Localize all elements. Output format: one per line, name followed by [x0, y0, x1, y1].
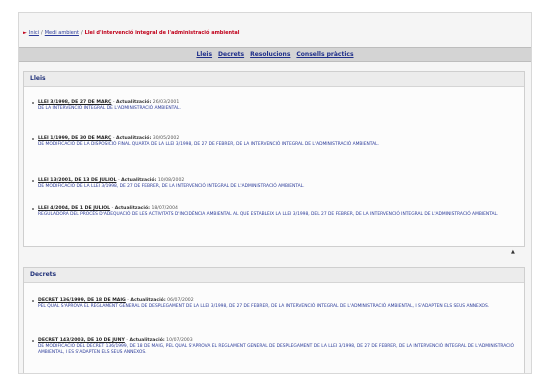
- law-link[interactable]: LLEI 4/2004, DE 1 DE JULIOL: [38, 206, 110, 211]
- back-to-top-icon[interactable]: ▲: [511, 249, 515, 255]
- nav-link-lleis[interactable]: Lleis: [196, 51, 212, 58]
- bullet-icon: [32, 300, 34, 302]
- law-description: DE MODIFICACIÓ DE LA DISPOSICIÓ FINAL QU…: [38, 142, 379, 147]
- bullet-icon: [32, 102, 34, 104]
- lleis-panel: Lleis LLEI 3/1998, DE 27 DE MARÇ - Actua…: [23, 71, 525, 247]
- law-link[interactable]: LLEI 13/2001, DE 13 DE JULIOL: [38, 178, 117, 183]
- nav-link-decrets[interactable]: Decrets: [218, 51, 244, 58]
- updated-date: 10/07/2003: [166, 338, 193, 343]
- list-item: LLEI 13/2001, DE 13 DE JULIOL - Actualit…: [32, 178, 514, 190]
- law-link[interactable]: LLEI 1/1999, DE 30 DE MARÇ: [38, 136, 111, 141]
- decree-link[interactable]: DECRET 143/2003, DE 10 DE JUNY: [38, 338, 125, 343]
- decree-link[interactable]: DECRET 136/1999, DE 18 DE MAIG: [38, 298, 126, 303]
- breadcrumb-separator: /: [41, 30, 43, 36]
- updated-label: Actualització:: [116, 136, 152, 141]
- updated-label: Actualització:: [130, 298, 166, 303]
- updated-date: 10/08/2002: [157, 178, 185, 183]
- bullet-icon: [32, 138, 34, 140]
- list-item: DECRET 136/1999, DE 18 DE MAIG - Actuali…: [32, 298, 514, 310]
- breadcrumb-arrow-icon: ►: [23, 30, 27, 36]
- nav-link-consells-practics[interactable]: Consells pràctics: [296, 51, 353, 58]
- lleis-heading: Lleis: [24, 72, 524, 87]
- decree-description: PEL QUAL S'APROVA EL REGLAMENT GENERAL D…: [38, 304, 490, 309]
- list-item: DECRET 143/2003, DE 10 DE JUNY - Actuali…: [32, 338, 515, 355]
- updated-date: 06/07/2002: [167, 298, 194, 303]
- bullet-icon: [32, 180, 34, 182]
- bullet-icon: [32, 208, 34, 210]
- law-description: DE MODIFICACIÓ DE LA LLEI 3/1998, DE 27 …: [38, 184, 305, 189]
- breadcrumb-separator: /: [80, 30, 83, 36]
- list-item: LLEI 3/1998, DE 27 DE MARÇ - Actualitzac…: [32, 100, 514, 112]
- law-link[interactable]: LLEI 3/1998, DE 27 DE MARÇ: [38, 100, 111, 105]
- updated-label: Actualització:: [129, 338, 165, 343]
- updated-label: Actualització:: [116, 100, 152, 105]
- updated-label: Actualització:: [121, 178, 157, 183]
- decrets-panel: Decrets DECRET 136/1999, DE 18 DE MAIG -…: [23, 267, 525, 373]
- nav-link-resolucions[interactable]: Resolucions: [250, 51, 290, 58]
- decrets-heading: Decrets: [24, 268, 524, 283]
- breadcrumb-home-link[interactable]: Inici: [29, 30, 39, 36]
- breadcrumb: ► Inici / Medi ambient / Llei d'interven…: [23, 30, 240, 36]
- breadcrumb-current: Llei d'intervenció integral de l'adminis…: [84, 30, 240, 36]
- law-description: DE LA INTERVENCIÓ INTEGRAL DE L'ADMINIST…: [38, 106, 181, 111]
- decree-description: DE MODIFICACIÓ DEL DECRET 136/1999, DE 1…: [38, 344, 515, 355]
- updated-label: Actualització:: [114, 206, 150, 211]
- list-item: LLEI 1/1999, DE 30 DE MARÇ - Actualitzac…: [32, 136, 514, 148]
- breadcrumb-section-link[interactable]: Medi ambient: [45, 30, 79, 36]
- section-nav: Lleis Decrets Resolucions Consells pràct…: [19, 47, 531, 62]
- updated-date: 26/03/2001: [152, 100, 180, 105]
- list-item: LLEI 4/2004, DE 1 DE JULIOL - Actualitza…: [32, 206, 514, 218]
- bullet-icon: [32, 340, 34, 342]
- updated-date: 30/05/2002: [152, 136, 180, 141]
- law-description: REGULADORA DEL PROCÉS D'ADEQUACIÓ DE LES…: [38, 212, 499, 217]
- updated-date: 18/07/2004: [151, 206, 178, 211]
- page-frame: ► Inici / Medi ambient / Llei d'interven…: [18, 12, 532, 374]
